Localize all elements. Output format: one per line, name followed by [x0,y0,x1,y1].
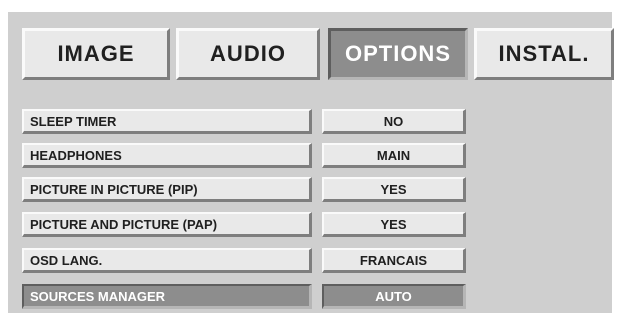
osd-menu-panel: IMAGE AUDIO OPTIONS INSTAL. SLEEP TIMER … [8,12,614,313]
setting-row-headphones: HEADPHONES MAIN [22,143,466,168]
setting-label-headphones[interactable]: HEADPHONES [22,143,312,168]
setting-row-pap: PICTURE AND PICTURE (PAP) YES [22,212,466,237]
setting-row-osd-lang: OSD LANG. FRANCAIS [22,248,466,273]
setting-label-pip[interactable]: PICTURE IN PICTURE (PIP) [22,177,312,202]
setting-value-osd-lang[interactable]: FRANCAIS [322,248,466,273]
setting-value-sleep-timer[interactable]: NO [322,109,466,134]
setting-row-sources-manager: SOURCES MANAGER AUTO [22,284,466,309]
setting-value-pap[interactable]: YES [322,212,466,237]
setting-row-pip: PICTURE IN PICTURE (PIP) YES [22,177,466,202]
settings-list: SLEEP TIMER NO HEADPHONES MAIN PICTURE I… [8,12,612,313]
setting-row-sleep-timer: SLEEP TIMER NO [22,109,466,134]
setting-label-sources-manager[interactable]: SOURCES MANAGER [22,284,312,309]
setting-label-osd-lang[interactable]: OSD LANG. [22,248,312,273]
setting-value-pip[interactable]: YES [322,177,466,202]
setting-label-pap[interactable]: PICTURE AND PICTURE (PAP) [22,212,312,237]
setting-value-headphones[interactable]: MAIN [322,143,466,168]
setting-label-sleep-timer[interactable]: SLEEP TIMER [22,109,312,134]
setting-value-sources-manager[interactable]: AUTO [322,284,466,309]
